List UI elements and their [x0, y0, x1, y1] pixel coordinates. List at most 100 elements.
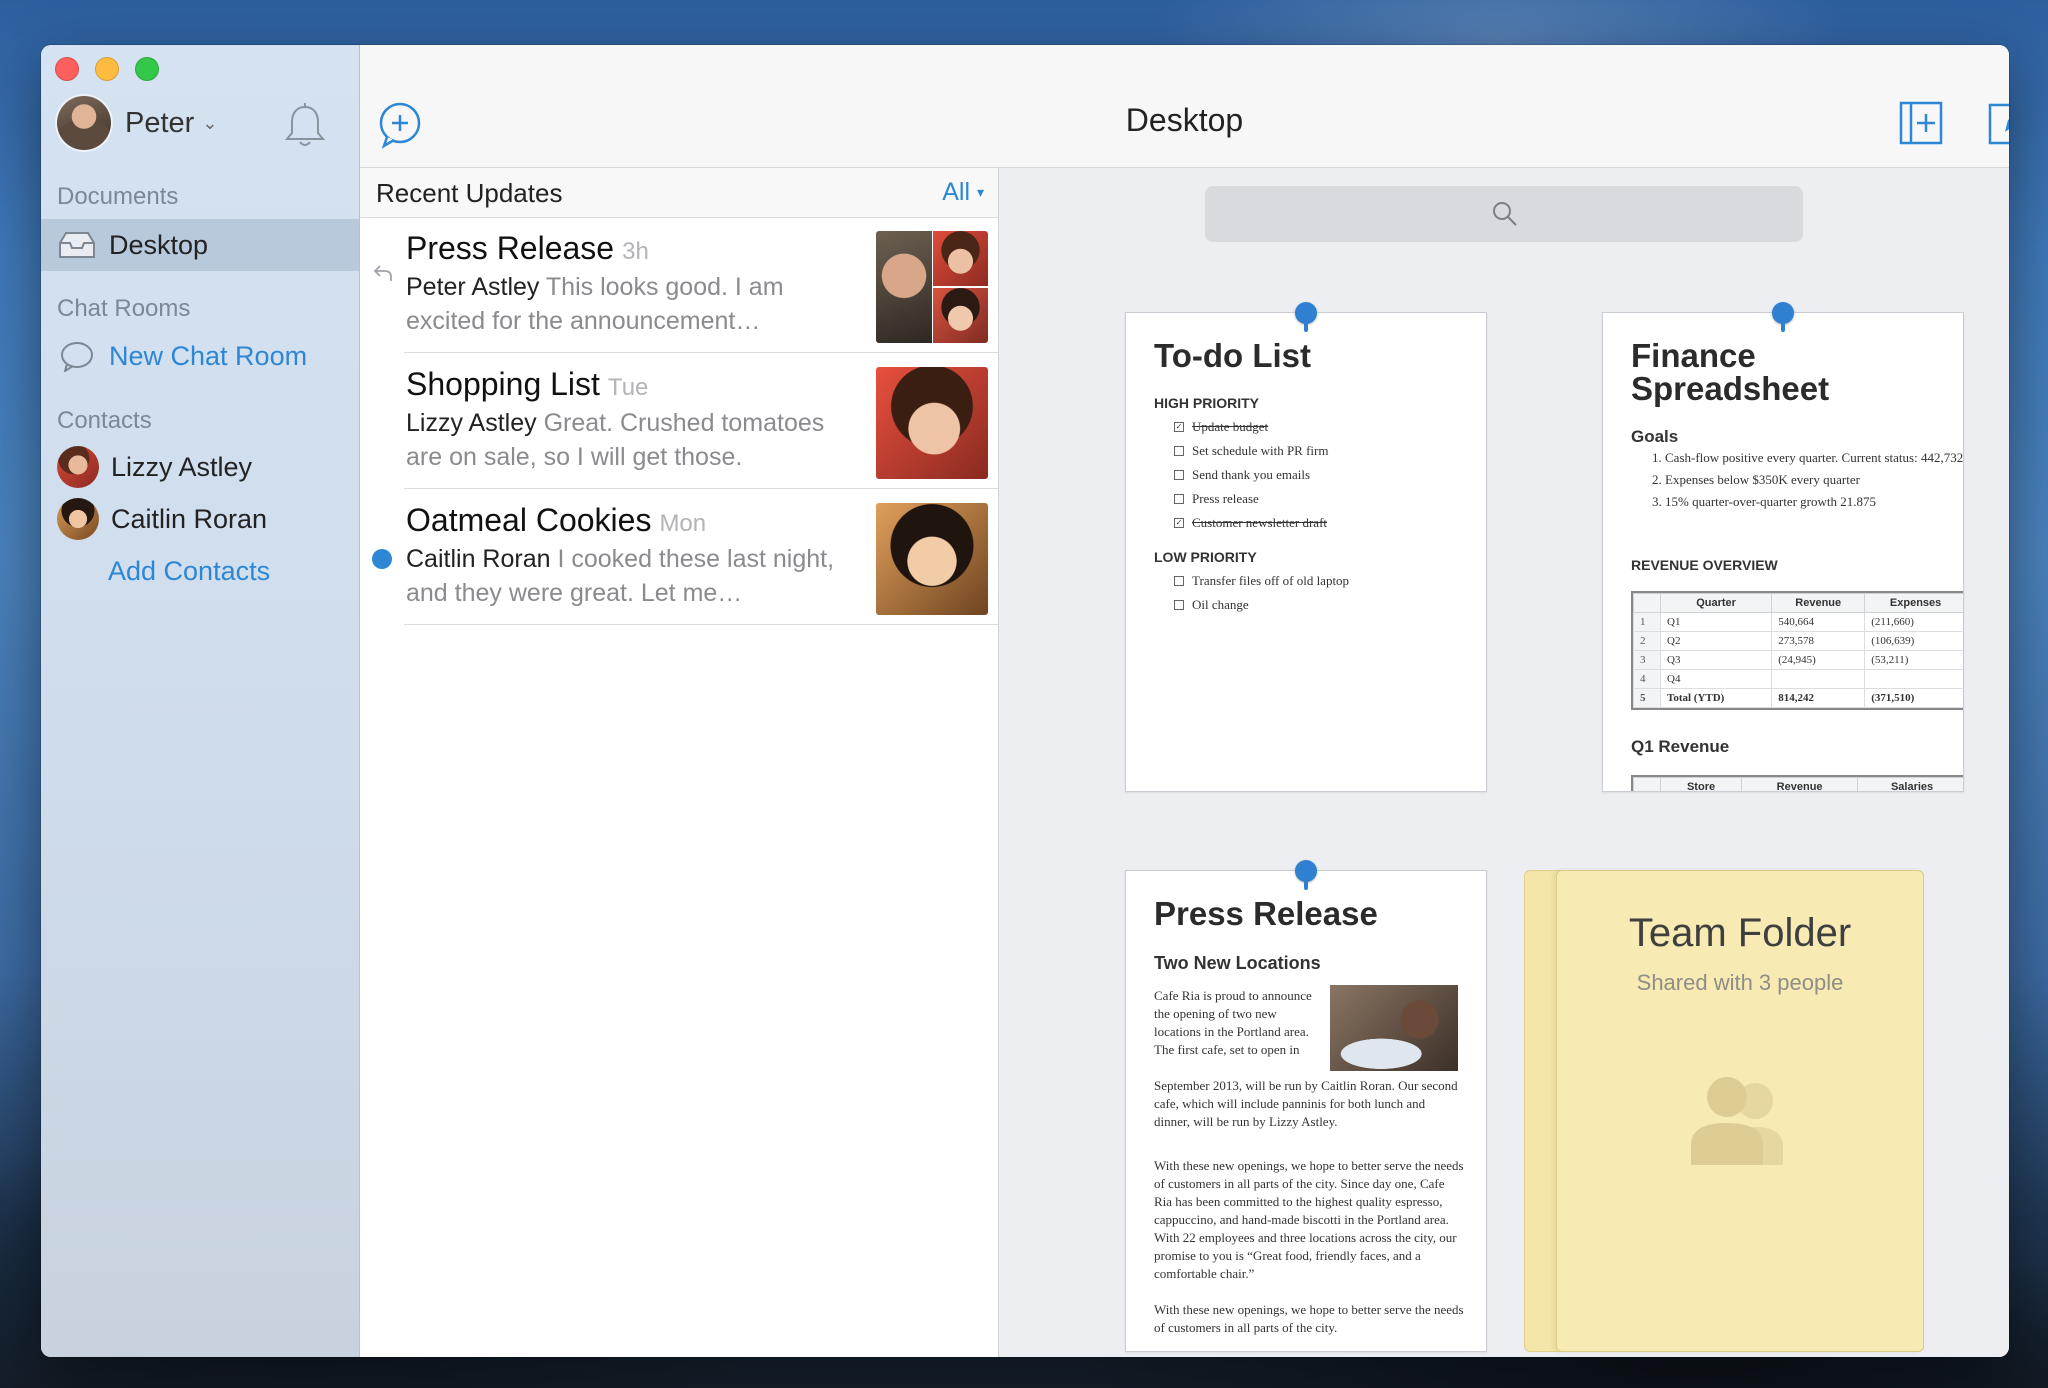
add-document-button[interactable]: [1898, 100, 1944, 146]
item-thumbnail: [876, 503, 988, 615]
sidebar-item-lizzy-astley[interactable]: Lizzy Astley: [41, 441, 359, 493]
todo-item-text: Customer newsletter draft: [1192, 515, 1328, 530]
checked-box-icon[interactable]: ✓: [1174, 422, 1184, 432]
todo-item[interactable]: Press release: [1174, 487, 1474, 511]
item-title: Shopping List: [406, 366, 600, 402]
table-cell: 814,242: [1771, 688, 1866, 708]
checkbox-icon[interactable]: [1174, 494, 1184, 504]
sidebar: Peter ⌄ Documents Desktop Chat Rooms New…: [41, 45, 360, 1357]
revenue-table-body: 1 Q1 540,664 (211,660) 2 Q2 273,578 (106,639) 3 Q…: [1633, 612, 1963, 708]
q1-revenue-heading: Q1 Revenue: [1631, 737, 1730, 756]
item-author: Caitlin Roran: [406, 545, 551, 573]
item-title: Oatmeal Cookies: [406, 502, 652, 538]
card-title-line: Spreadsheet: [1631, 370, 1830, 407]
todo-item-text: Send thank you emails: [1192, 467, 1311, 482]
revenue-overview-heading: REVENUE OVERVIEW: [1631, 557, 1778, 573]
todo-item[interactable]: Set schedule with PR firm: [1174, 439, 1474, 463]
sidebar-item-new-chat-room[interactable]: New Chat Room: [41, 330, 359, 382]
recent-updates-pane: Recent Updates All ▾ Press Release 3h Pet…: [360, 168, 999, 1357]
table-cell: 5: [1633, 688, 1661, 708]
minimize-window-button[interactable]: [95, 57, 119, 81]
user-menu[interactable]: Peter ⌄: [57, 93, 347, 153]
list-item[interactable]: Shopping List Tue Lizzy Astley Great. Cru…: [360, 354, 998, 489]
table-cell: 3: [1633, 650, 1661, 670]
bell-icon[interactable]: [283, 101, 327, 151]
unread-indicator: [372, 549, 392, 569]
sidebar-item-desktop[interactable]: Desktop: [41, 219, 359, 271]
revenue-table: Quarter Revenue Expenses 1 Q1 540,664 (211,…: [1633, 593, 1963, 708]
item-title: Press Release: [406, 230, 615, 266]
table-cell: 4: [1633, 669, 1661, 689]
column-header: Quarter: [1659, 593, 1773, 613]
list-item[interactable]: Oatmeal Cookies Mon Caitlin Roran I cooke…: [360, 490, 998, 625]
checked-box-icon[interactable]: ✓: [1174, 518, 1184, 528]
press-paragraph: Cafe Ria is proud to announce the openin…: [1154, 988, 1312, 1057]
todo-item[interactable]: Oil change: [1174, 593, 1474, 617]
team-folder[interactable]: Team Folder Shared with 3 people: [1556, 870, 1924, 1352]
contact-name: Lizzy Astley: [111, 451, 253, 482]
todo-item[interactable]: ✓ Update budget: [1174, 415, 1474, 439]
zoom-window-button[interactable]: [135, 57, 159, 81]
pin-icon: [1295, 302, 1317, 332]
list-item[interactable]: Press Release 3h Peter Astley This looks …: [360, 218, 998, 353]
table-cell: Total (YTD): [1659, 688, 1773, 708]
table-cell: [1771, 669, 1866, 689]
todo-item[interactable]: Send thank you emails: [1174, 463, 1474, 487]
table-corner: [1633, 777, 1661, 791]
checkbox-icon[interactable]: [1174, 576, 1184, 586]
todo-item-text: Set schedule with PR firm: [1192, 443, 1329, 458]
todo-item[interactable]: Transfer files off of old laptop: [1174, 569, 1474, 593]
sidebar-item-label: Desktop: [109, 229, 209, 260]
todo-list-card[interactable]: To-do List HIGH PRIORITY ✓ Update budget S…: [1125, 312, 1487, 792]
todo-item[interactable]: ✓ Customer newsletter draft: [1174, 511, 1474, 535]
q1-table: Store Revenue Salaries: [1633, 777, 1963, 791]
low-priority-label: LOW PRIORITY: [1154, 549, 1257, 565]
q1-table-frame: Store Revenue Salaries: [1631, 775, 1963, 791]
inbox-tray-icon: [59, 232, 95, 258]
desktop-content: To-do List HIGH PRIORITY ✓ Update budget S…: [999, 168, 2009, 1357]
checkbox-icon[interactable]: [1174, 470, 1184, 480]
avatar: [57, 446, 99, 488]
table-row: 3 Q3 (24,945) (53,211): [1633, 650, 1963, 670]
filter-dropdown[interactable]: All ▾: [942, 178, 984, 207]
column-header: Revenue: [1741, 777, 1859, 791]
sidebar-item-caitlin-roran[interactable]: Caitlin Roran: [41, 493, 359, 545]
high-priority-label: HIGH PRIORITY: [1154, 395, 1260, 411]
recent-updates-header: Recent Updates All ▾: [360, 168, 998, 218]
checkbox-icon[interactable]: [1174, 600, 1184, 610]
press-paragraph: With these new openings, we hope to bett…: [1154, 1302, 1464, 1335]
close-window-button[interactable]: [55, 57, 79, 81]
column-header: Salaries: [1857, 777, 1963, 791]
chat-bubble-icon: [61, 342, 93, 372]
add-contacts-link[interactable]: Add Contacts: [41, 545, 359, 597]
app-window: Peter ⌄ Documents Desktop Chat Rooms New…: [41, 45, 2009, 1357]
todo-item-text: Press release: [1192, 491, 1259, 506]
sidebar-item-label: New Chat Room: [109, 340, 308, 371]
table-cell: 273,578: [1771, 631, 1866, 651]
item-time: Mon: [659, 510, 707, 537]
table-cell: Q4: [1659, 669, 1773, 689]
press-release-card[interactable]: Press Release Two New Locations Cafe Ria…: [1125, 870, 1487, 1352]
window-controls: [55, 57, 159, 81]
avatar: [57, 96, 111, 150]
column-header: Revenue: [1771, 593, 1866, 613]
table-row: 5 Total (YTD) 814,242 (371,510): [1633, 688, 1963, 708]
table-cell: (24,945): [1771, 650, 1866, 670]
table-cell: (106,639): [1864, 631, 1963, 651]
compose-button[interactable]: [1987, 95, 2009, 147]
finance-spreadsheet-card[interactable]: Finance Spreadsheet Goals Cash-flow posi…: [1602, 312, 1964, 792]
press-paragraph: With these new openings, we hope to bett…: [1154, 1158, 1464, 1281]
table-cell: (211,660): [1864, 612, 1963, 632]
search-input[interactable]: [1205, 186, 1803, 242]
goal-item: Cash-flow positive every quarter. Curren…: [1665, 449, 1963, 467]
chevron-down-icon: ⌄: [202, 112, 218, 133]
table-cell: 1: [1633, 612, 1661, 632]
triangle-down-icon: ▾: [976, 184, 984, 200]
checkbox-icon[interactable]: [1174, 446, 1184, 456]
pin-icon: [1295, 860, 1317, 890]
goals-list: Cash-flow positive every quarter. Curren…: [1631, 449, 1963, 511]
reply-icon: [373, 265, 392, 281]
avatar: [57, 498, 99, 540]
item-author: Peter Astley: [406, 273, 540, 301]
chat-rooms-section-label: Chat Rooms: [57, 295, 191, 322]
